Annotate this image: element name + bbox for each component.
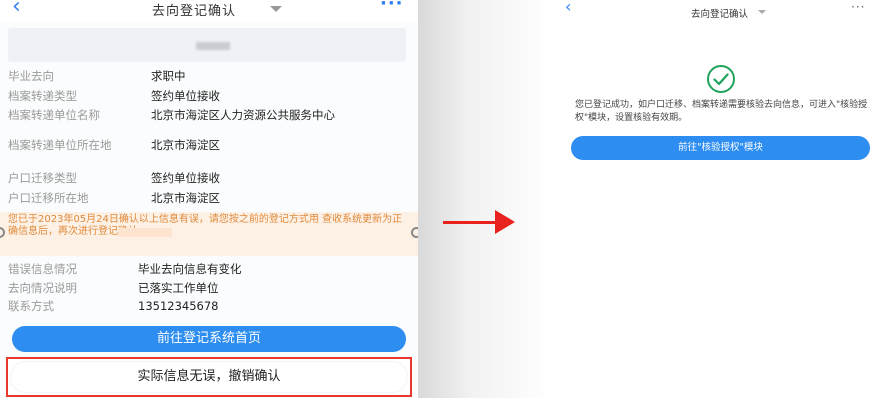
info-label: 联系方式	[8, 299, 54, 313]
info-label: 户口迁移所在地	[8, 191, 89, 205]
page-title: 去向登记确认	[691, 9, 749, 20]
info-value: 求职中	[151, 69, 186, 83]
arrow-head-icon	[495, 210, 515, 234]
name-card	[8, 28, 406, 62]
redacted-name	[196, 42, 230, 50]
success-check-icon	[707, 65, 735, 93]
arrow-right-icon	[443, 221, 499, 224]
info-label: 毕业去向	[8, 69, 54, 83]
info-value: 签约单位接收	[151, 171, 220, 185]
left-header: ‹ 去向登记确认 ···	[0, 0, 418, 22]
chevron-down-icon[interactable]	[270, 6, 282, 12]
info-value: 已落实工作单位	[138, 281, 219, 295]
info-label: 档案转递单位名称	[8, 108, 100, 122]
more-icon[interactable]: ···	[851, 0, 865, 14]
info-value: 北京市海淀区	[151, 138, 220, 152]
info-label: 去向情况说明	[8, 281, 77, 295]
go-registration-home-button[interactable]: 前往登记系统首页	[12, 326, 406, 352]
back-icon[interactable]: ‹	[565, 0, 571, 16]
divider-panel	[418, 0, 551, 398]
success-message: 您已登记成功，如户口迁移、档案转递需要核验去向信息，可进入"核验授权"模块，设置…	[575, 100, 868, 123]
left-screen: ‹ 去向登记确认 ··· 毕业去向 求职中 档案转递类型 签约单位接收 档案转递…	[0, 0, 418, 398]
info-label: 户口迁移类型	[8, 171, 77, 185]
notice-text: 您已于2023年05月24日确认以上信息有误，请您按之前的登记方式用 查收系统更…	[8, 214, 403, 237]
page-title: 去向登记确认	[152, 4, 237, 19]
go-verification-auth-button[interactable]: 前往"核验授权"模块	[571, 136, 870, 160]
back-icon[interactable]: ‹	[12, 0, 21, 19]
revoke-confirmation-button[interactable]: 实际信息无误，撤销确认	[11, 362, 407, 392]
more-icon[interactable]: ···	[380, 0, 404, 14]
info-value: 13512345678	[138, 299, 219, 313]
highlight-box: 实际信息无误，撤销确认	[6, 357, 412, 397]
info-label: 错误信息情况	[8, 262, 77, 276]
right-screen: ‹ 去向登记确认 ··· 您已登记成功，如户口迁移、档案转递需要核验去向信息，可…	[551, 0, 878, 398]
info-value: 北京市海淀区人力资源公共服务中心	[151, 108, 335, 122]
chevron-down-icon[interactable]	[758, 10, 766, 14]
info-label: 档案转递类型	[8, 89, 77, 103]
edge-circle-icon	[411, 227, 418, 238]
info-value: 签约单位接收	[151, 89, 220, 103]
info-value: 北京市海淀区	[151, 191, 220, 205]
info-value: 毕业去向信息有变化	[138, 262, 242, 276]
redacted-text	[118, 228, 172, 237]
info-label: 档案转递单位所在地	[8, 138, 112, 152]
